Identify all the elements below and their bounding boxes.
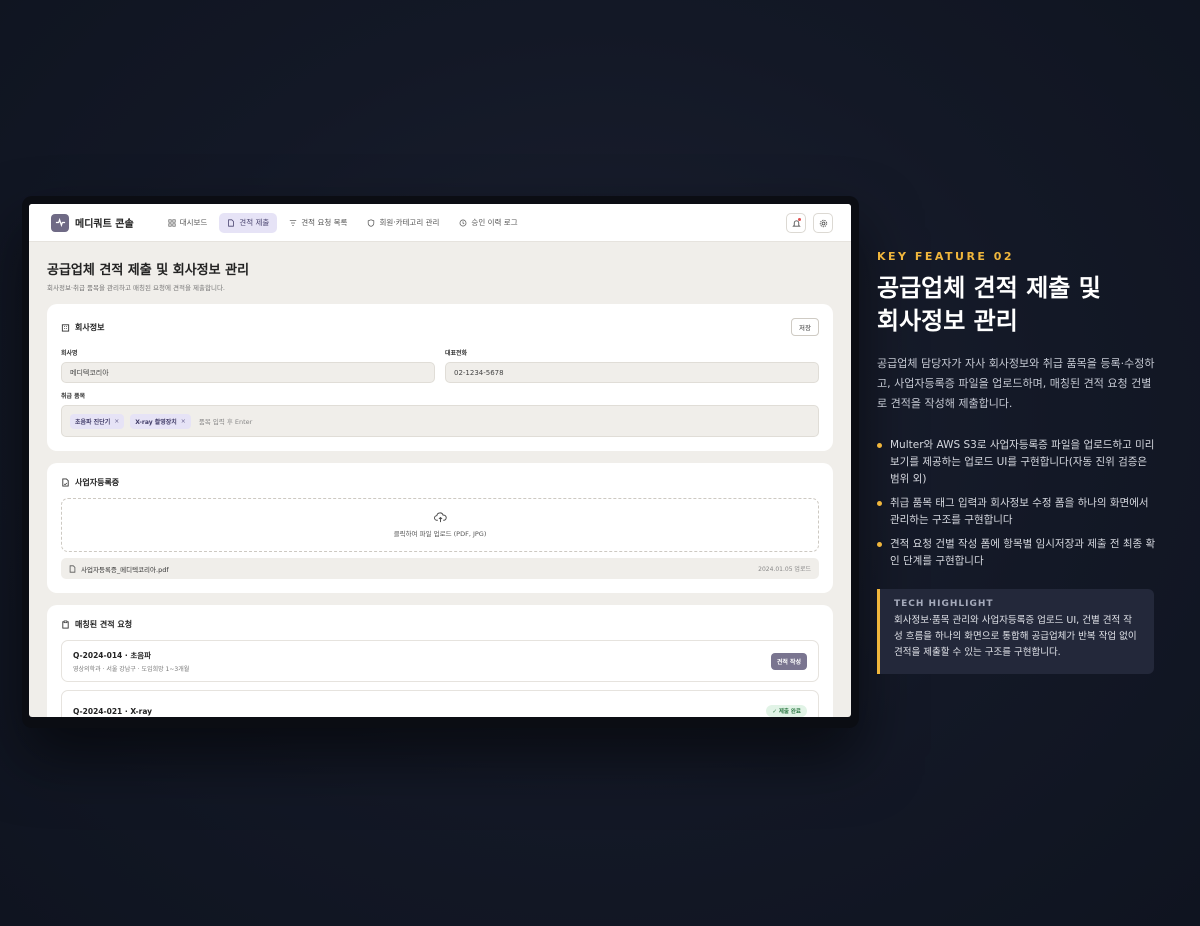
page-subtitle: 회사정보·취급 품목을 관리하고 매칭된 요청에 견적을 제출합니다. (47, 284, 225, 292)
feature-title: 공급업체 견적 제출 및 회사정보 관리 (877, 272, 1177, 338)
file-name: 사업자등록증_메디텍코리아.pdf (81, 565, 169, 574)
tech-highlight-box: TECH HIGHLIGHT 회사정보·품목 관리와 사업자등록증 업로드 UI… (877, 589, 1154, 674)
building-icon (61, 323, 70, 332)
file-icon (69, 564, 76, 573)
feature-bullets: Multer와 AWS S3로 사업자등록증 파일을 업로드하고 미리보기를 제… (877, 437, 1157, 577)
notification-dot (798, 218, 801, 221)
close-icon[interactable]: × (114, 418, 119, 425)
request-row[interactable]: Q-2024-014 · 초음파 영상의학과 · 서울 강남구 · 도입희망 1… (61, 640, 819, 682)
notification-button[interactable] (786, 213, 806, 233)
company-name-input[interactable]: 메디텍코리아 (61, 362, 435, 383)
feature-title-line: 공급업체 견적 제출 및 (877, 274, 1101, 302)
filter-icon (290, 219, 297, 226)
business-license-card: 사업자등록증 클릭하여 파일 업로드 (PDF, JPG) 사업자등록증_메디텍… (47, 463, 833, 593)
feature-kicker: KEY FEATURE 02 (877, 250, 1015, 263)
document-icon (228, 218, 235, 227)
file-upload-date: 2024.01.05 업로드 (758, 566, 811, 573)
nav-label: 승인 이력 로그 (471, 218, 518, 227)
item-tag[interactable]: 초음파 진단기 × (70, 413, 125, 429)
feature-description: 공급업체 담당자가 자사 회사정보와 취급 품목을 등록·수정하고, 사업자등록… (877, 357, 1155, 410)
clipboard-icon (62, 620, 69, 629)
shield-icon (368, 218, 375, 227)
cloud-upload-icon (433, 512, 447, 523)
history-icon (459, 219, 467, 226)
file-upload-dropzone[interactable]: 클릭하여 파일 업로드 (PDF, JPG) (61, 498, 819, 552)
save-button[interactable]: 저장 (791, 318, 819, 336)
settings-button[interactable] (813, 213, 833, 233)
feature-bullet: Multer와 AWS S3로 사업자등록증 파일을 업로드하고 미리보기를 제… (877, 437, 1157, 488)
nav-dashboard[interactable]: 대시보드 (160, 213, 216, 233)
nav-member-category[interactable]: 회원·카테고리 관리 (359, 213, 447, 233)
file-icon (62, 478, 69, 487)
requests-card-title-text: 매칭된 견적 요청 (75, 620, 133, 629)
request-meta: 영상의학과 · 서울 강남구 · 도입희망 1~3개월 (73, 665, 190, 673)
pulse-logo-icon (51, 213, 69, 232)
brand[interactable]: 메디쿼트 콘솔 (51, 213, 134, 232)
close-icon[interactable]: × (181, 418, 186, 425)
card-title: 회사정보 (61, 322, 104, 333)
items-label: 취급 품목 (61, 393, 86, 400)
tech-highlight-label: TECH HIGHLIGHT (894, 599, 994, 609)
phone-input[interactable]: 02-1234-5678 (445, 362, 819, 383)
page-title: 공급업체 견적 제출 및 회사정보 관리 (47, 263, 250, 278)
nav-label: 견적 제출 (239, 218, 270, 227)
nav-approval-log[interactable]: 승인 이력 로그 (451, 213, 525, 233)
request-id: Q-2024-014 · 초음파 (73, 650, 152, 660)
nav-label: 견적 요청 목록 (301, 218, 348, 227)
company-info-card: 회사정보 저장 회사명 메디텍코리아 대표전화 02-1234-5678 취급 … (47, 304, 833, 451)
nav-label: 회원·카테고리 관리 (379, 218, 440, 227)
top-navigation: 메디쿼트 콘솔 대시보드 견적 제출 견적 요청 목록 회원·카테고리 관리 승… (29, 204, 851, 242)
card-title: 매칭된 견적 요청 (61, 619, 819, 630)
feature-bullet: 취급 품목 태그 입력과 회사정보 수정 폼을 하나의 화면에서 관리하는 구조… (877, 495, 1157, 529)
nav-label: 대시보드 (179, 218, 208, 227)
company-name-label: 회사명 (61, 350, 78, 357)
upload-text: 클릭하여 파일 업로드 (PDF, JPG) (393, 530, 487, 538)
matched-requests-card: 매칭된 견적 요청 Q-2024-014 · 초음파 영상의학과 · 서울 강남… (47, 605, 833, 717)
tech-highlight-text: 회사정보·품목 관리와 사업자등록증 업로드 UI, 건별 견적 작성 흐름을 … (894, 615, 1137, 658)
item-tag-input[interactable]: 초음파 진단기 × X-ray 촬영장치 × 품목 입력 후 Enter (61, 405, 819, 437)
page-content: 공급업체 견적 제출 및 회사정보 관리 회사정보·취급 품목을 관리하고 매칭… (29, 242, 851, 717)
status-badge: ✓ 제출 완료 (766, 705, 807, 717)
write-quote-button[interactable]: 견적 작성 (770, 652, 807, 670)
grid-icon (168, 218, 176, 227)
tag-label: 초음파 진단기 (75, 418, 111, 426)
feature-title-line: 회사정보 관리 (877, 307, 1018, 335)
feature-bullet: 견적 요청 건별 작성 폼에 항목별 임시저장과 제출 전 최종 확인 단계를 … (877, 536, 1157, 570)
app-screen: 메디쿼트 콘솔 대시보드 견적 제출 견적 요청 목록 회원·카테고리 관리 승… (29, 204, 851, 717)
item-tag[interactable]: X-ray 촬영장치 × (130, 413, 191, 429)
nav-quote-requests[interactable]: 견적 요청 목록 (281, 213, 355, 233)
card-title: 사업자등록증 (61, 477, 819, 488)
uploaded-file-row[interactable]: 사업자등록증_메디텍코리아.pdf 2024.01.05 업로드 (61, 558, 819, 579)
tag-placeholder[interactable]: 품목 입력 후 Enter (199, 416, 253, 426)
phone-label: 대표전화 (445, 350, 468, 357)
brand-name: 메디쿼트 콘솔 (75, 219, 134, 230)
request-row[interactable]: Q-2024-021 · X-ray ✓ 제출 완료 (61, 690, 819, 717)
license-card-title-text: 사업자등록증 (75, 478, 120, 487)
tag-label: X-ray 촬영장치 (135, 418, 177, 426)
gear-icon (819, 219, 827, 227)
company-card-title-text: 회사정보 (75, 322, 105, 332)
nav-quote-submit[interactable]: 견적 제출 (219, 212, 278, 233)
request-id: Q-2024-021 · X-ray (73, 706, 153, 716)
